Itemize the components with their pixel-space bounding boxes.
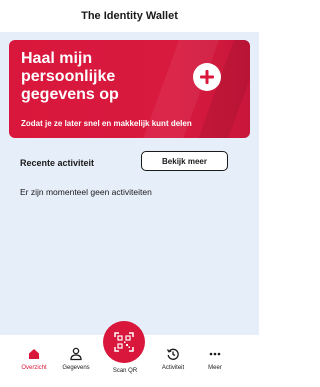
hero-headline-line: Haal mijn [21,50,93,67]
scan-qr-label: Scan QR [112,368,138,374]
app-title: The Identity Wallet [81,10,178,22]
nav-item-activiteit[interactable]: Activiteit [153,347,193,371]
hero-headline-line: gegevens op [21,86,119,103]
qr-scan-icon [114,332,134,352]
more-icon [209,352,221,356]
nav-label: Overzicht [21,365,47,371]
add-button[interactable] [193,63,221,91]
empty-activity-message: Er zijn momenteel geen activiteiten [20,187,152,197]
hero-headline: Haal mijn persoonlijke gegevens op [21,50,171,104]
fetch-data-card[interactable]: Haal mijn persoonlijke gegevens op Zodat… [9,40,250,138]
nav-item-meer[interactable]: Meer [195,347,235,371]
nav-label: Activiteit [161,365,185,371]
nav-item-gegevens[interactable]: Gegevens [56,347,96,371]
home-icon [29,349,39,359]
view-more-button[interactable]: Bekijk meer [141,151,228,171]
nav-item-overzicht[interactable]: Overzicht [14,347,54,371]
nav-label: Meer [208,365,222,371]
plus-icon [200,70,214,84]
hero-headline-line: persoonlijke [21,68,116,85]
scan-qr-button[interactable] [103,321,145,363]
nav-label: Gegevens [62,365,90,371]
recent-activity-title: Recente activiteit [20,158,95,168]
main-content: Haal mijn persoonlijke gegevens op Zodat… [0,32,259,335]
hero-subtitle: Zodat je ze later snel en makkelijk kunt… [21,119,192,128]
person-icon [70,347,82,361]
top-bar: The Identity Wallet [0,0,259,32]
history-icon [166,348,179,360]
